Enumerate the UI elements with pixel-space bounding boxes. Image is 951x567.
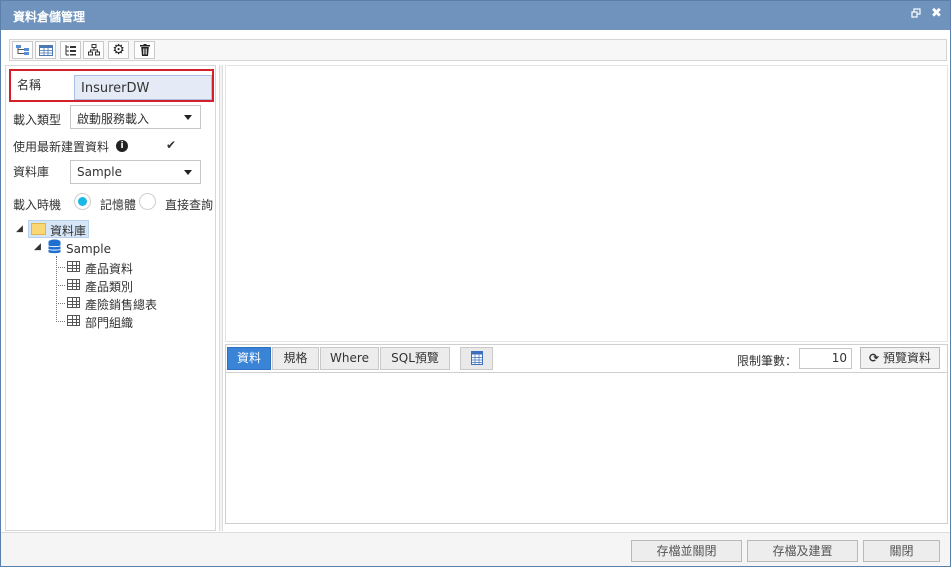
window-title: 資料倉儲管理 — [13, 10, 86, 24]
timing-direct-label: 直接查詢 — [165, 198, 214, 212]
title-bar[interactable]: 資料倉儲管理 ✖ — [1, 1, 950, 30]
tab-sql-preview[interactable]: SQL預覽 — [380, 347, 450, 370]
save-and-close-button[interactable]: 存檔並關閉 — [631, 540, 742, 562]
name-input[interactable]: InsurerDW — [74, 75, 212, 100]
table-icon — [67, 297, 80, 308]
footer-bar: 存檔並關閉 存檔及建置 關閉 — [1, 532, 950, 566]
table-icon — [67, 261, 80, 272]
refresh-icon: ⟳ — [869, 351, 880, 365]
hierarchy-icon[interactable] — [83, 41, 104, 59]
timing-memory-radio[interactable] — [74, 193, 91, 210]
close-icon[interactable]: ✖ — [931, 6, 942, 21]
tree-root-label: 資料庫 — [50, 224, 87, 238]
data-grid-area[interactable] — [226, 372, 947, 523]
name-highlight: 名稱 InsurerDW — [9, 69, 214, 102]
properties-panel: 名稱 InsurerDW 載入類型 啟動服務載入 使用最新建置資料 i ✔ 資料… — [5, 65, 216, 531]
grid-view-button[interactable] — [460, 347, 493, 370]
load-timing-label: 載入時機 — [13, 198, 62, 212]
limit-label: 限制筆數： — [737, 354, 798, 368]
tree-expand-icon[interactable]: ◢ — [16, 224, 23, 234]
tree-table-item[interactable]: 產險銷售總表 — [85, 296, 157, 313]
table-icon — [67, 315, 80, 326]
info-icon: i — [116, 140, 128, 152]
tree-expand-icon[interactable]: ◢ — [34, 242, 41, 252]
use-latest-label: 使用最新建置資料 — [13, 140, 110, 154]
design-canvas[interactable] — [225, 65, 948, 342]
tree-db-label[interactable]: Sample — [66, 242, 111, 256]
tab-spec[interactable]: 規格 — [272, 347, 319, 370]
name-label: 名稱 — [17, 78, 42, 92]
database-select[interactable]: Sample — [70, 160, 201, 184]
grid-icon[interactable] — [35, 41, 56, 59]
panel-splitter[interactable] — [219, 65, 223, 531]
folder-icon — [31, 223, 46, 235]
database-icon — [48, 239, 61, 258]
spreadsheet-icon — [470, 351, 483, 372]
gear-icon[interactable]: ⚙ — [108, 41, 129, 59]
database-label: 資料庫 — [13, 165, 50, 179]
list-icon[interactable] — [60, 41, 81, 59]
tree-connector — [56, 267, 65, 268]
window: 資料倉儲管理 ✖ ⚙ 名稱 InsurerDW 載入類型 啟動服務載入 使用最新… — [0, 0, 951, 567]
save-and-build-button[interactable]: 存檔及建置 — [747, 540, 858, 562]
tree-connector — [56, 285, 65, 286]
preview-data-button[interactable]: ⟳ 預覽資料 — [860, 347, 940, 369]
tree-connector — [56, 321, 65, 322]
timing-direct-radio[interactable] — [139, 193, 156, 210]
trash-icon[interactable] — [134, 41, 155, 59]
toolbar: ⚙ — [9, 39, 947, 61]
tree-view-icon[interactable] — [12, 41, 33, 59]
chevron-down-icon — [184, 115, 192, 120]
window-restore-icon[interactable] — [911, 7, 921, 21]
tree-table-item[interactable]: 產品類別 — [85, 278, 133, 295]
load-type-label: 載入類型 — [13, 113, 62, 127]
timing-memory-label: 記憶體 — [100, 198, 137, 212]
close-button[interactable]: 關閉 — [863, 540, 940, 562]
preview-data-label: 預覽資料 — [882, 351, 931, 365]
tree-table-item[interactable]: 部門組織 — [85, 314, 133, 331]
tree-root-node[interactable]: 資料庫 — [28, 220, 89, 238]
tab-where[interactable]: Where — [320, 347, 379, 370]
tree-connector — [56, 303, 65, 304]
preview-panel: 資料 規格 Where SQL預覽 限制筆數： 10 ⟳ 預覽資料 — [225, 344, 948, 524]
limit-input[interactable]: 10 — [799, 348, 852, 369]
tree-table-item[interactable]: 產品資料 — [85, 260, 133, 277]
tree-connector — [56, 256, 57, 322]
tab-data[interactable]: 資料 — [227, 347, 271, 370]
database-value: Sample — [77, 165, 122, 179]
load-type-value: 啟動服務載入 — [77, 112, 150, 126]
use-latest-checkbox[interactable]: ✔ — [166, 138, 176, 152]
chevron-down-icon — [184, 170, 192, 175]
load-type-select[interactable]: 啟動服務載入 — [70, 105, 201, 129]
table-icon — [67, 279, 80, 290]
